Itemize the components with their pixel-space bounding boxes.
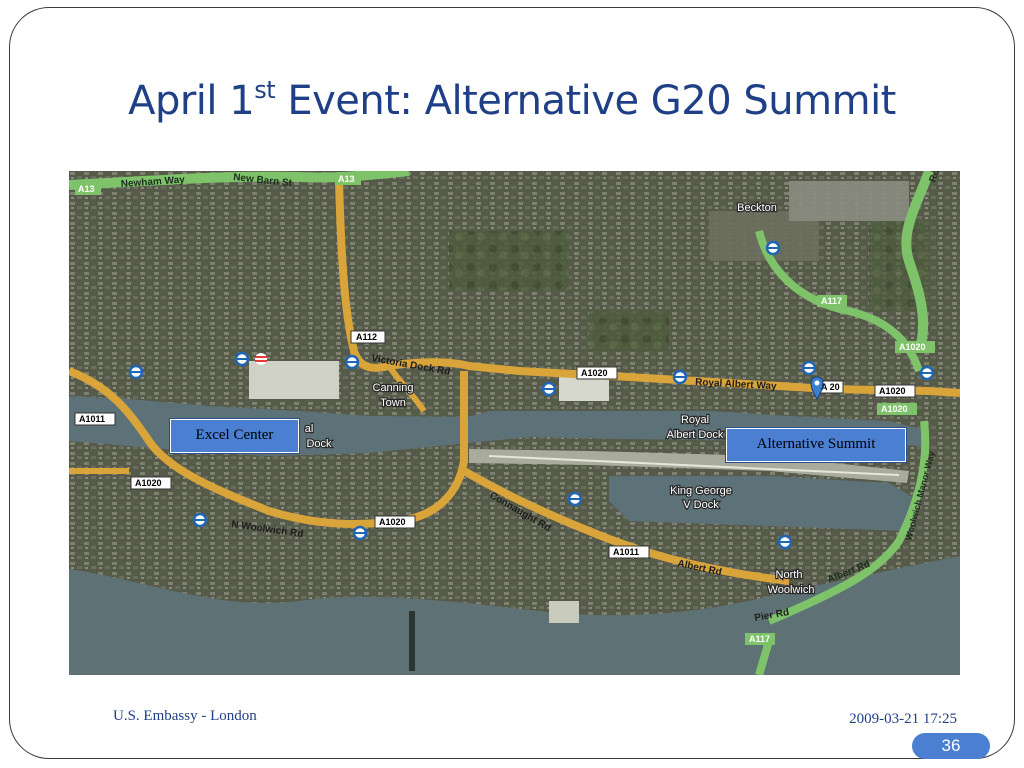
footer-datetime: 2009-03-21 17:25	[849, 711, 957, 727]
place-king-george-2: V Dock	[683, 499, 719, 511]
title-superscript: st	[254, 76, 276, 104]
page-number-badge: 36	[912, 733, 990, 759]
road-a1020-green-lower: A1020	[881, 404, 908, 414]
place-royal-albert-2: Albert Dock	[667, 429, 724, 441]
place-canning-2: Town	[380, 397, 406, 409]
park-area	[449, 231, 569, 291]
road-a20-marker: A 20	[821, 382, 840, 392]
place-king-george-1: King George	[670, 485, 732, 497]
road-a1011-left: A1011	[79, 414, 105, 424]
road-a112: A112	[356, 332, 377, 342]
exhibition-building	[249, 361, 339, 399]
road-a13-left: A13	[78, 184, 95, 194]
beckton-industrial	[789, 181, 909, 221]
alternative-summit-callout[interactable]: Alternative Summit	[725, 427, 907, 463]
place-canning-1: Canning	[373, 382, 414, 394]
place-beckton: Beckton	[737, 202, 777, 214]
road-a1020-green-upper: A1020	[899, 342, 926, 352]
road-a1020-right: A1020	[879, 386, 906, 396]
place-north-woolwich-2: Woolwich	[768, 584, 815, 596]
road-a117-bottom: A117	[749, 634, 770, 644]
rail-icon	[255, 353, 267, 365]
excel-center-callout[interactable]: Excel Center	[169, 418, 300, 454]
slide-title: April 1st Event: Alternative G20 Summit	[0, 76, 1024, 124]
road-a1020-left: A1020	[135, 478, 162, 488]
title-prefix: April 1	[128, 78, 255, 124]
place-victoria-dock-2: Dock	[306, 438, 332, 450]
road-a117-top: A117	[821, 296, 842, 306]
place-victoria-dock-1: al	[305, 423, 314, 435]
title-suffix: Event: Alternative G20 Summit	[275, 78, 896, 124]
place-royal-albert-1: Royal	[681, 414, 709, 426]
road-a1020-top: A1020	[581, 368, 608, 378]
place-north-woolwich-1: North	[776, 569, 803, 581]
footer-organization: U.S. Embassy - London	[113, 708, 257, 724]
road-a13-right: A13	[338, 174, 355, 184]
road-a1011-mid: A1011	[613, 547, 639, 557]
road-a1020-mid: A1020	[379, 517, 406, 527]
